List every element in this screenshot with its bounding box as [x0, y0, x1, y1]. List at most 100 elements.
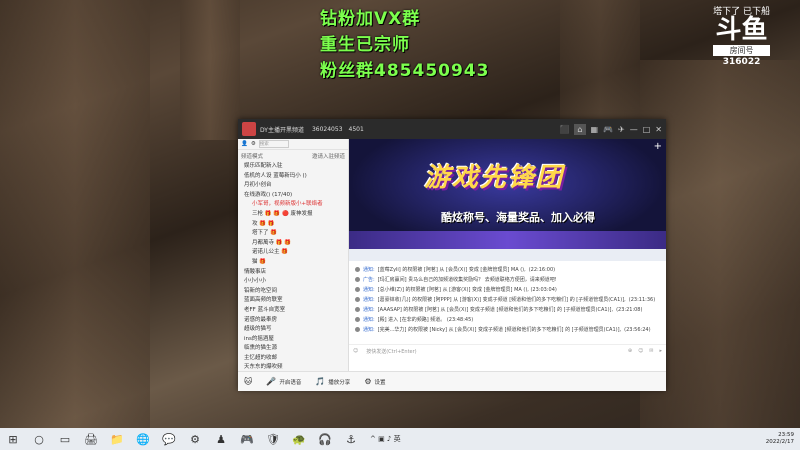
channel-item[interactable]: 临熏的猫生源 — [238, 344, 348, 354]
message-icon — [355, 267, 360, 272]
channel-member[interactable]: 三枪 🎁 🎁 🔴 废神发报 — [238, 210, 348, 220]
microphone-icon: 🎤 — [266, 377, 277, 386]
input-tools: ⊕ ☺ ✉ ▸ — [628, 348, 662, 354]
smile-icon[interactable]: ☺ — [638, 348, 643, 354]
channel-item[interactable]: 在线游戏() (17/40) — [238, 191, 348, 201]
screen-icon[interactable]: ⬛ — [559, 125, 569, 134]
user-icon[interactable]: 👤 — [241, 141, 248, 147]
channel-item[interactable]: 天东东的爆吹频 — [238, 363, 348, 371]
add-icon[interactable]: ⊕ — [628, 348, 632, 354]
channel-member[interactable]: 月都萬寺 🎁 🎁 — [238, 239, 348, 249]
overlay-text-line2: 重生已宗师 — [320, 35, 410, 55]
channel-item[interactable]: 蓝面高频的联室 — [238, 296, 348, 306]
message-time: (23:11:36) — [628, 297, 656, 303]
invite-link[interactable]: 邀请入驻频道 — [312, 152, 345, 160]
system-tray[interactable]: ^ ▣ ♪ 英 — [370, 434, 401, 444]
mail-icon[interactable]: ✉ — [649, 348, 653, 354]
channel-member[interactable]: 塔下了 🎁 — [238, 229, 348, 239]
channel-item[interactable]: 小小小小 — [238, 277, 348, 287]
gamepad-icon[interactable]: 🎮 — [603, 125, 613, 134]
message-type: 广告: — [363, 277, 375, 283]
channel-item[interactable]: 情酸事店 — [238, 268, 348, 278]
message-type: 通知: — [363, 327, 375, 333]
channel-member[interactable]: 攻 🎁 🎁 — [238, 220, 348, 230]
taskbar-app-icon[interactable]: 🎮 — [240, 433, 254, 446]
message-time: (23:21:08) — [616, 307, 643, 313]
chat-message: 通知: [殿] 进入 [在非的频路] 频道。 (23:48:45) — [355, 317, 660, 323]
cat-icon: 🐱 — [244, 377, 253, 386]
taskbar-app-icon[interactable]: ⚙ — [188, 433, 202, 446]
message-body: [蓝莓Zyli] 的权限被 [阿茗] 从 [会员(X)] 变成 [金牌管理员] … — [377, 267, 526, 273]
close-button[interactable]: ✕ — [655, 125, 662, 134]
taskbar-app-icon[interactable]: 🐢 — [292, 433, 306, 446]
chat-input-bar[interactable]: ☺ 按快发送(Ctrl+Enter) ⊕ ☺ ✉ ▸ — [349, 344, 666, 357]
message-time: (22:16:00) — [528, 267, 556, 273]
window-titlebar[interactable]: DY主播开黑频道 36024053 4501 ⬛ ⌂ ▦ 🎮 ✈ — □ ✕ — [238, 119, 666, 139]
voice-chat-window: DY主播开黑频道 36024053 4501 ⬛ ⌂ ▦ 🎮 ✈ — □ ✕ 👤… — [238, 119, 666, 391]
settings-icon[interactable]: ⚙ — [251, 141, 256, 147]
chat-input[interactable]: 按快发送(Ctrl+Enter) — [366, 348, 416, 355]
channel-member[interactable]: 小军哥，视频新版小+联络者 — [238, 200, 348, 210]
cat-avatar-button[interactable]: 🐱 — [244, 377, 252, 386]
message-icon — [355, 327, 360, 332]
channel-member[interactable]: 诺诺儿公主 🎁 — [238, 248, 348, 258]
grid-icon[interactable]: ▦ — [591, 125, 599, 134]
voice-toggle-button[interactable]: 🎤 开启语音 — [266, 377, 301, 386]
taskbar-app-icon[interactable]: 📁 — [110, 433, 124, 446]
taskbar-app-icon[interactable]: ▭ — [58, 433, 72, 446]
maximize-button[interactable]: □ — [643, 125, 651, 134]
plane-icon[interactable]: ✈ — [618, 125, 625, 134]
online-count: 4501 — [348, 125, 364, 133]
chat-message: 通知: [AAASAP] 的权限被 [阿茗] 从 [会员(X)] 变成子频道 [频… — [355, 307, 660, 313]
channel-item[interactable]: 铅新的吃空间 — [238, 287, 348, 297]
message-body: [葛豪钵收(几)] 的权限被 [阿PPP] 从 [游客(X)] 变成子频道 [频… — [377, 297, 626, 303]
emoji-icon[interactable]: ☺ — [353, 348, 358, 354]
overlay-text-line3: 粉丝群485450943 — [320, 61, 490, 81]
message-body: [玛汇房赢间] 贵马么自己的加频道收集奖励吗？ 去频道联络方便团，请来频道吧! — [377, 277, 557, 283]
windows-taskbar: ⊞ ○ ▭ 🖨 📁 🌐 💬 ⚙ ♟ 🎮 🛡 🐢 🎧 ⚓ ^ ▣ ♪ 英 23:59 2022/2/17 — [0, 428, 800, 450]
titlebar-tools: ⬛ ⌂ ▦ 🎮 ✈ — □ ✕ — [559, 123, 662, 135]
taskbar-app-icon[interactable]: ○ — [32, 433, 46, 446]
send-icon[interactable]: ▸ — [659, 348, 662, 354]
channel-member[interactable]: 猫 🎁 — [238, 258, 348, 268]
settings-button[interactable]: ⚙ 设置 — [364, 377, 385, 386]
taskbar-clock[interactable]: 23:59 2022/2/17 — [766, 432, 794, 446]
music-share-button[interactable]: 🎵 播放分享 — [315, 377, 350, 386]
channel-item[interactable]: 低机的人设 蓝莓新玛小 () — [238, 172, 348, 182]
channel-item[interactable]: 老FF 蓝斗自宽室 — [238, 306, 348, 316]
channel-item[interactable]: 诺感的最奉房 — [238, 316, 348, 326]
taskbar-app-icon[interactable]: 🛡 — [266, 433, 280, 446]
taskbar-app-icon[interactable]: ⚓ — [344, 433, 358, 446]
banner-title: 游戏先锋团 — [424, 163, 565, 193]
main-panel: + 游戏先锋团 酷炫称号、海量奖品、加入必得 通知: [蓝莓Zyli] 的权限被 … — [349, 139, 666, 371]
message-body: [殿] 进入 [在非的频路] 频道。 (23:48:45) — [377, 317, 474, 323]
home-icon[interactable]: ⌂ — [574, 123, 586, 135]
minimize-button[interactable]: — — [630, 125, 638, 134]
channel-id: 36024053 — [311, 125, 343, 133]
music-icon: 🎵 — [315, 377, 326, 386]
logo-brand: 斗鱼 — [715, 15, 768, 45]
wood-pillar — [180, 0, 240, 140]
taskbar-app-icon[interactable]: ♟ — [214, 433, 228, 446]
taskbar-app-icon[interactable]: 🌐 — [136, 433, 150, 446]
promo-banner[interactable]: + 游戏先锋团 酷炫称号、海量奖品、加入必得 — [349, 139, 666, 249]
chat-message: 通知: [总小维(Z)] 的权限被 [阿茗] 从 [游客(X)] 变成 [金牌管理… — [355, 287, 660, 293]
taskbar-app-icon[interactable]: 🎧 — [318, 433, 332, 446]
channel-item[interactable]: 娱乐匹配新入驻 — [238, 162, 348, 172]
channel-item[interactable]: 主忆超的收邮 — [238, 354, 348, 364]
room-number: 316022 — [722, 57, 761, 67]
channel-search-input[interactable]: 搜索 — [258, 140, 289, 148]
channel-item[interactable]: ins的摇酒屋 — [238, 335, 348, 345]
taskbar-app-icon[interactable]: 🖨 — [84, 433, 98, 446]
taskbar-app-icon[interactable]: ⊞ — [6, 433, 20, 446]
plus-icon[interactable]: + — [654, 141, 662, 152]
channel-item[interactable]: 月初小创台 — [238, 181, 348, 191]
channel-item[interactable]: 超级的猫写 — [238, 325, 348, 335]
message-body: [总小维(Z)] 的权限被 [阿茗] 从 [游客(X)] 变成 [金牌管理员] … — [377, 287, 557, 293]
message-body: [AAASAP] 的权限被 [阿茗] 从 [会员(X)] 变成子频道 [频道和他… — [377, 307, 614, 313]
channel-list: 娱乐匹配新入驻 低机的人设 蓝莓新玛小 () 月初小创台 在线游戏() (17/40)… — [238, 162, 348, 371]
chat-message: 通知: [葛豪钵收(几)] 的权限被 [阿PPP] 从 [游客(X)] 变成子频道… — [355, 297, 660, 303]
taskbar-app-icon[interactable]: 💬 — [162, 433, 176, 446]
wood-beam — [560, 0, 640, 130]
channel-mode-label: 频道模式 — [241, 154, 264, 160]
